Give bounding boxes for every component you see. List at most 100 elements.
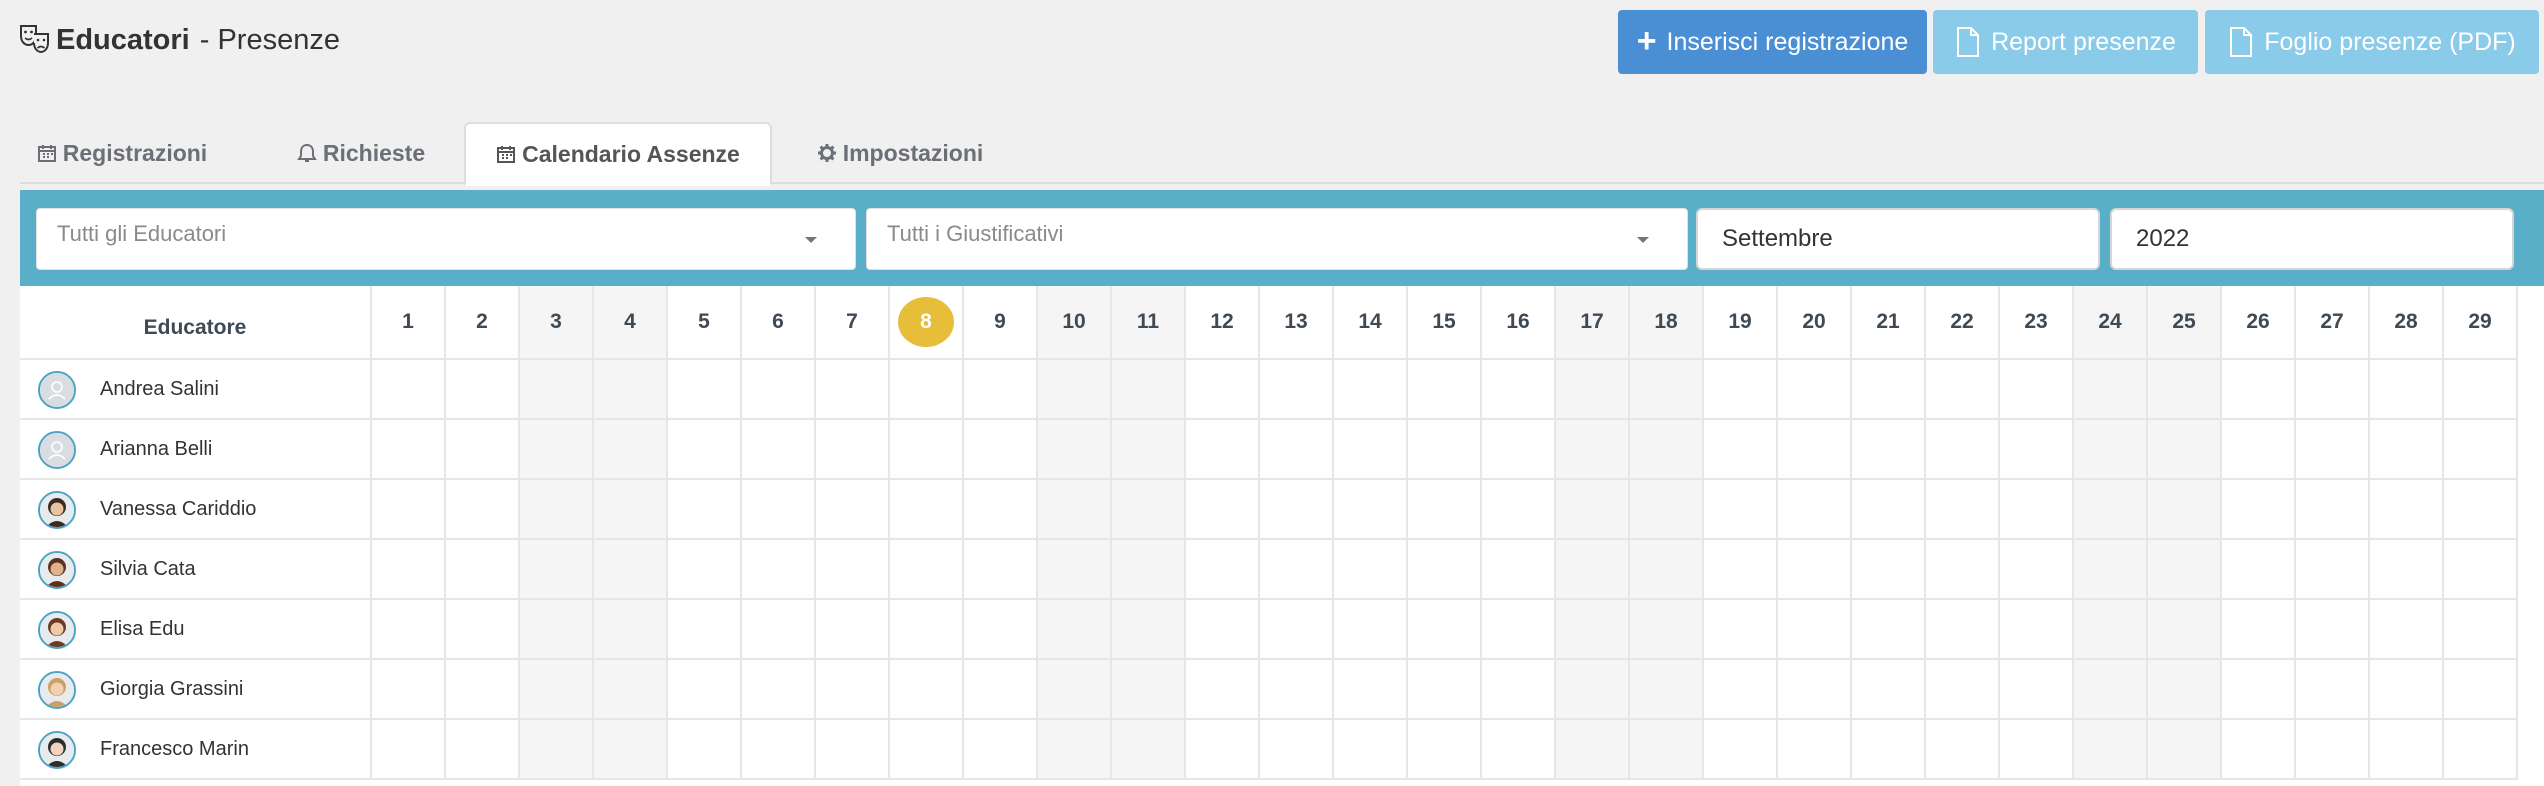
day-cell[interactable] <box>446 420 520 480</box>
day-cell[interactable] <box>594 360 668 420</box>
day-cell[interactable] <box>1704 600 1778 660</box>
day-cell[interactable] <box>2222 420 2296 480</box>
day-cell[interactable] <box>1926 600 2000 660</box>
day-cell[interactable] <box>1038 720 1112 780</box>
day-cell[interactable] <box>1926 540 2000 600</box>
day-cell[interactable] <box>1926 720 2000 780</box>
day-cell[interactable] <box>1852 540 1926 600</box>
day-cell[interactable] <box>2148 600 2222 660</box>
day-cell[interactable] <box>1334 360 1408 420</box>
day-cell[interactable] <box>1038 420 1112 480</box>
day-cell[interactable] <box>1408 540 1482 600</box>
day-cell[interactable] <box>2148 660 2222 720</box>
day-cell[interactable] <box>446 720 520 780</box>
day-cell[interactable] <box>1482 540 1556 600</box>
tab-calendario-assenze[interactable]: Calendario Assenze <box>464 122 772 186</box>
day-cell[interactable] <box>2222 540 2296 600</box>
day-cell[interactable] <box>816 720 890 780</box>
day-cell[interactable] <box>1852 660 1926 720</box>
day-cell[interactable] <box>1112 720 1186 780</box>
day-cell[interactable] <box>1186 720 1260 780</box>
day-cell[interactable] <box>1556 540 1630 600</box>
day-cell[interactable] <box>1112 660 1186 720</box>
day-cell[interactable] <box>446 480 520 540</box>
day-cell[interactable] <box>1852 420 1926 480</box>
day-cell[interactable] <box>1038 600 1112 660</box>
day-cell[interactable] <box>1630 720 1704 780</box>
day-cell[interactable] <box>668 660 742 720</box>
day-cell[interactable] <box>372 420 446 480</box>
day-cell[interactable] <box>2296 600 2370 660</box>
day-cell[interactable] <box>2444 480 2518 540</box>
day-cell[interactable] <box>594 660 668 720</box>
day-cell[interactable] <box>1260 660 1334 720</box>
day-cell[interactable] <box>2370 720 2444 780</box>
day-cell[interactable] <box>2296 360 2370 420</box>
day-cell[interactable] <box>1260 540 1334 600</box>
day-cell[interactable] <box>1334 660 1408 720</box>
day-cell[interactable] <box>594 420 668 480</box>
day-cell[interactable] <box>1186 360 1260 420</box>
day-cell[interactable] <box>2074 360 2148 420</box>
day-cell[interactable] <box>2370 360 2444 420</box>
day-cell[interactable] <box>520 360 594 420</box>
day-cell[interactable] <box>816 360 890 420</box>
tab-richieste[interactable]: Richieste <box>286 122 436 184</box>
day-cell[interactable] <box>964 720 1038 780</box>
day-cell[interactable] <box>520 660 594 720</box>
day-cell[interactable] <box>1038 540 1112 600</box>
day-cell[interactable] <box>668 720 742 780</box>
day-cell[interactable] <box>1186 480 1260 540</box>
day-cell[interactable] <box>2074 540 2148 600</box>
day-cell[interactable] <box>372 480 446 540</box>
day-cell[interactable] <box>1630 540 1704 600</box>
day-cell[interactable] <box>742 540 816 600</box>
day-cell[interactable] <box>446 660 520 720</box>
day-cell[interactable] <box>2444 540 2518 600</box>
day-cell[interactable] <box>2074 420 2148 480</box>
day-cell[interactable] <box>2222 360 2296 420</box>
day-cell[interactable] <box>1556 480 1630 540</box>
day-cell[interactable] <box>1334 600 1408 660</box>
day-cell[interactable] <box>2296 720 2370 780</box>
day-cell[interactable] <box>1556 420 1630 480</box>
day-cell[interactable] <box>2074 720 2148 780</box>
day-cell[interactable] <box>1778 720 1852 780</box>
day-cell[interactable] <box>668 420 742 480</box>
day-cell[interactable] <box>1778 420 1852 480</box>
day-cell[interactable] <box>1926 660 2000 720</box>
day-cell[interactable] <box>594 540 668 600</box>
day-cell[interactable] <box>1482 420 1556 480</box>
day-cell[interactable] <box>1482 660 1556 720</box>
day-cell[interactable] <box>1186 660 1260 720</box>
day-cell[interactable] <box>890 660 964 720</box>
day-cell[interactable] <box>1852 360 1926 420</box>
day-cell[interactable] <box>372 360 446 420</box>
day-cell[interactable] <box>1852 720 1926 780</box>
day-cell[interactable] <box>2000 600 2074 660</box>
justifications-select[interactable]: Tutti i Giustificativi <box>866 208 1688 270</box>
day-cell[interactable] <box>2000 480 2074 540</box>
day-cell[interactable] <box>1482 720 1556 780</box>
day-cell[interactable] <box>1260 420 1334 480</box>
day-cell[interactable] <box>520 600 594 660</box>
day-cell[interactable] <box>2148 360 2222 420</box>
day-cell[interactable] <box>2148 540 2222 600</box>
day-cell[interactable] <box>964 540 1038 600</box>
month-select[interactable]: Settembre <box>1696 208 2100 270</box>
day-cell[interactable] <box>890 420 964 480</box>
day-cell[interactable] <box>1556 360 1630 420</box>
day-cell[interactable] <box>1038 660 1112 720</box>
day-cell[interactable] <box>816 420 890 480</box>
day-cell[interactable] <box>1260 600 1334 660</box>
day-cell[interactable] <box>1334 480 1408 540</box>
day-cell[interactable] <box>446 360 520 420</box>
day-cell[interactable] <box>1778 600 1852 660</box>
day-cell[interactable] <box>1186 540 1260 600</box>
day-cell[interactable] <box>742 480 816 540</box>
day-cell[interactable] <box>372 720 446 780</box>
day-cell[interactable] <box>594 720 668 780</box>
day-cell[interactable] <box>1926 360 2000 420</box>
day-cell[interactable] <box>1556 720 1630 780</box>
day-cell[interactable] <box>668 540 742 600</box>
